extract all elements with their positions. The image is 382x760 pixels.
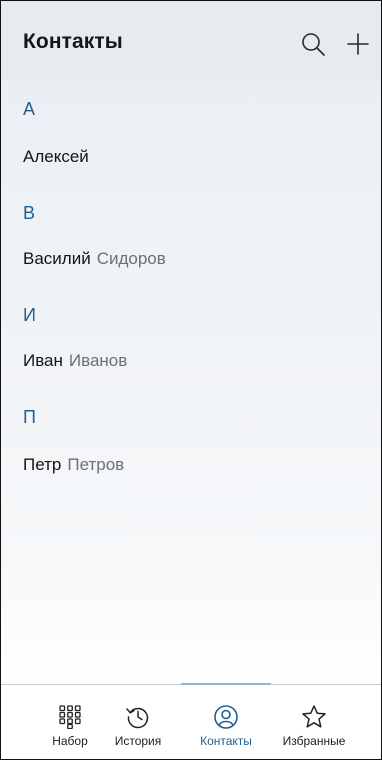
history-icon [126, 707, 149, 729]
active-tab-indicator [181, 683, 271, 685]
section-letter: И [23, 305, 36, 325]
contact-last-name: Иванов [68, 351, 128, 370]
contacts-icon [214, 705, 238, 729]
contact-first-name: Василий [23, 249, 91, 268]
page-title: Контакты [23, 30, 123, 53]
nav-item-history[interactable]: История [93, 685, 183, 759]
contact-first-name: Алексей [23, 147, 89, 166]
nav-label: Контакты [200, 734, 252, 748]
nav-item-contacts[interactable]: Контакты [181, 685, 271, 759]
dialpad-icon [59, 705, 81, 729]
section-letter: А [23, 99, 36, 119]
section-letter: П [23, 407, 36, 427]
search-icon [302, 33, 325, 56]
contact-first-name: Петр [23, 455, 62, 474]
contact-first-name: Иван [23, 351, 63, 370]
nav-label: Избранные [282, 734, 346, 748]
contact-last-name: Сидоров [96, 249, 166, 268]
contact-row[interactable]: Петр Петров [1, 443, 381, 487]
contact-row[interactable]: Иван Иванов [1, 339, 381, 383]
add-contact-button[interactable] [342, 28, 374, 60]
header-bar: Контакты [1, 1, 381, 81]
section-letter: В [23, 203, 36, 223]
nav-label: История [114, 734, 162, 748]
nav-label: Набор [52, 734, 88, 748]
nav-item-favorites[interactable]: Избранные [269, 685, 359, 759]
app-frame: Контакты А Алексей В Василий Сидоров И И… [0, 0, 382, 760]
plus-icon [347, 33, 369, 55]
contact-last-name: Петров [67, 455, 125, 474]
star-icon [302, 705, 326, 728]
contact-row[interactable]: Василий Сидоров [1, 237, 381, 281]
search-button[interactable] [297, 28, 329, 60]
contact-row[interactable]: Алексей [1, 135, 381, 179]
bottom-nav: Набор История Контакты Избранные [1, 685, 381, 759]
